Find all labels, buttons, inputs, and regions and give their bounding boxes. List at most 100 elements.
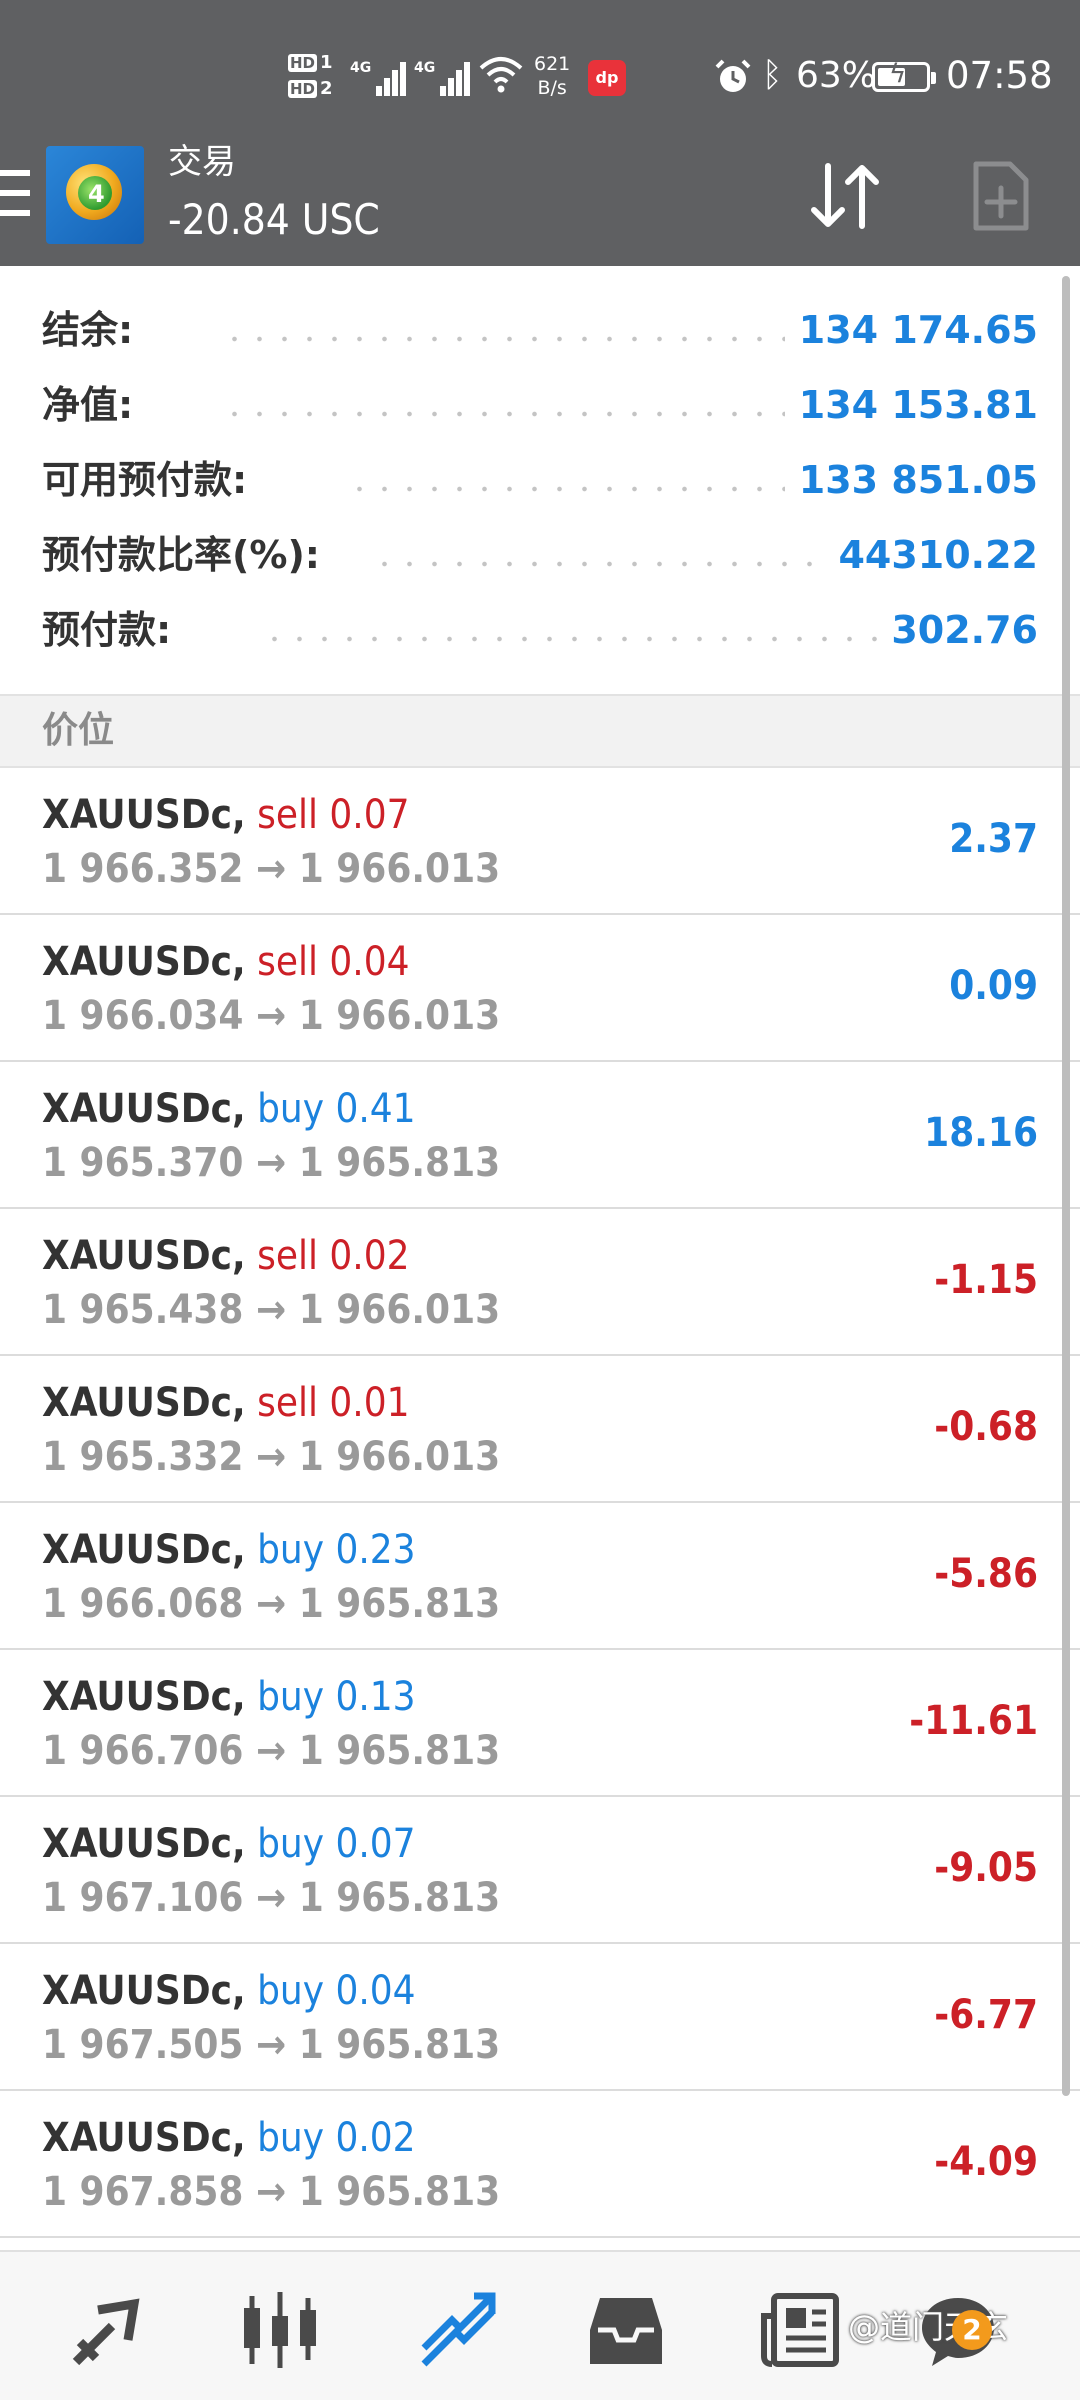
free-margin-label: 可用预付款: xyxy=(42,450,262,510)
metatrader-logo: 4 xyxy=(46,146,144,244)
arrow-icon: → xyxy=(256,1140,287,1186)
position-type: buy xyxy=(257,1527,325,1573)
open-price: 1 967.106 xyxy=(42,1875,244,1921)
sort-icon[interactable] xyxy=(806,160,886,232)
position-symbol: XAUUSDc, xyxy=(42,1674,246,1720)
network-speed: 621 B/s xyxy=(534,52,570,100)
chart-icon[interactable] xyxy=(240,2290,320,2370)
position-title: XAUUSDc, buy 0.23 xyxy=(42,1525,416,1575)
margin-level-label: 预付款比率(%): xyxy=(42,525,335,585)
position-type: buy xyxy=(257,1674,325,1720)
position-lot: 0.41 xyxy=(335,1086,416,1132)
logo-number: 4 xyxy=(88,180,105,208)
new-order-icon[interactable] xyxy=(972,160,1030,232)
position-prices: 1 965.332 → 1 966.013 xyxy=(42,1432,500,1482)
open-price: 1 965.438 xyxy=(42,1287,244,1333)
position-row[interactable]: XAUUSDc, sell 0.02 1 965.438 → 1 966.013-… xyxy=(0,1209,1080,1356)
alarm-icon xyxy=(715,59,751,92)
position-title: XAUUSDc, buy 0.04 xyxy=(42,1966,416,2016)
position-prices: 1 966.706 → 1 965.813 xyxy=(42,1726,500,1776)
floating-profit: -20.84 USC xyxy=(168,195,380,244)
position-symbol: XAUUSDc, xyxy=(42,1821,246,1867)
balance-value: 134 174.65 xyxy=(784,300,1038,360)
status-time: 07:58 xyxy=(946,54,1053,97)
position-row[interactable]: XAUUSDc, buy 0.04 1 967.505 → 1 965.813 -6… xyxy=(0,1944,1080,2091)
position-prices: 1 966.352 → 1 966.013 xyxy=(42,844,500,894)
positions-section-header: 价位 xyxy=(0,694,1080,768)
position-type: buy xyxy=(257,1821,325,1867)
position-row[interactable]: XAUUSDc, sell 0.07 1 966.352 → 1 966.013 2… xyxy=(0,768,1080,915)
open-price: 1 966.068 xyxy=(42,1581,244,1627)
sim-indicators: HD 1 HD 2 xyxy=(288,50,333,102)
signal-icon-1: 4G xyxy=(350,52,412,96)
position-prices: 1 965.438 → 1 966.013 xyxy=(42,1285,500,1335)
position-lot: 0.23 xyxy=(335,1527,416,1573)
position-lot: 0.02 xyxy=(329,1233,410,1279)
position-lot: 0.07 xyxy=(335,1821,416,1867)
position-row[interactable]: XAUUSDc, buy 0.07 1 967.106 → 1 965.813 -9… xyxy=(0,1797,1080,1944)
open-price: 1 967.858 xyxy=(42,2169,244,2215)
position-symbol: XAUUSDc, xyxy=(42,1380,246,1426)
arrow-icon: → xyxy=(256,2169,287,2215)
position-prices: 1 965.370 → 1 965.813 xyxy=(42,1138,500,1188)
notification-badge: 2 xyxy=(952,2310,992,2350)
position-lot: 0.01 xyxy=(329,1380,410,1426)
page-title: 交易 xyxy=(168,142,236,182)
hd-badge-2: HD xyxy=(288,80,318,98)
position-row[interactable]: XAUUSDc, buy 0.02 1 967.858 → 1 965.813 -4… xyxy=(0,2091,1080,2238)
position-symbol: XAUUSDc, xyxy=(42,2115,246,2161)
position-symbol: XAUUSDc, xyxy=(42,939,246,985)
position-prices: 1 966.034 → 1 966.013 xyxy=(42,991,500,1041)
account-summary: 结余: 134 174.65 净值: 134 153.81 可用预付款: 133… xyxy=(0,266,1080,694)
news-icon[interactable] xyxy=(760,2290,840,2370)
current-price: 1 965.813 xyxy=(298,1140,501,1186)
open-price: 1 966.352 xyxy=(42,846,244,892)
arrow-icon: → xyxy=(256,1875,287,1921)
open-price: 1 966.034 xyxy=(42,993,244,1039)
wifi-icon xyxy=(479,57,523,93)
position-row[interactable]: XAUUSDc, sell 0.01 1 965.332 → 1 966.013-… xyxy=(0,1356,1080,1503)
position-lot: 0.07 xyxy=(329,792,410,838)
history-icon[interactable] xyxy=(586,2290,666,2370)
position-symbol: XAUUSDc, xyxy=(42,792,246,838)
position-profit: 0.09 xyxy=(949,963,1038,1009)
quotes-icon[interactable] xyxy=(68,2290,148,2370)
network-speed-value: 621 xyxy=(534,53,571,75)
position-lot: 0.04 xyxy=(335,1968,416,2014)
position-profit: 2.37 xyxy=(949,816,1038,862)
current-price: 1 965.813 xyxy=(298,2022,501,2068)
current-price: 1 966.013 xyxy=(298,1287,501,1333)
battery-icon: ϟ xyxy=(872,59,936,92)
position-title: XAUUSDc, buy 0.07 xyxy=(42,1819,416,1869)
position-title: XAUUSDc, buy 0.02 xyxy=(42,2113,416,2163)
hd-badge-1: HD xyxy=(288,54,318,72)
summary-row-equity: 净值: 134 153.81 xyxy=(42,375,1038,435)
sim1-label: 1 xyxy=(320,52,333,73)
position-type: buy xyxy=(257,2115,325,2161)
summary-row-balance: 结余: 134 174.65 xyxy=(42,300,1038,360)
open-price: 1 965.332 xyxy=(42,1434,244,1480)
position-row[interactable]: XAUUSDc, buy 0.23 1 966.068 → 1 965.813 -5… xyxy=(0,1503,1080,1650)
position-lot: 0.02 xyxy=(335,2115,416,2161)
section-title: 价位 xyxy=(42,710,115,751)
arrow-icon: → xyxy=(256,1434,287,1480)
position-row[interactable]: XAUUSDc, buy 0.41 1 965.370 → 1 965.813 18… xyxy=(0,1062,1080,1209)
position-row[interactable]: XAUUSDc, buy 0.13 1 966.706 → 1 965.813 -1… xyxy=(0,1650,1080,1797)
arrow-icon: → xyxy=(256,993,287,1039)
equity-label: 净值: xyxy=(42,375,148,435)
network-type-1: 4G xyxy=(350,60,372,76)
trade-icon[interactable] xyxy=(418,2290,498,2370)
leader-dots xyxy=(347,486,838,492)
summary-row-free-margin: 可用预付款: 133 851.05 xyxy=(42,450,1038,510)
position-type: buy xyxy=(257,1086,325,1132)
equity-value: 134 153.81 xyxy=(784,375,1038,435)
open-price: 1 965.370 xyxy=(42,1140,244,1186)
balance-label: 结余: xyxy=(42,300,148,360)
current-price: 1 965.813 xyxy=(298,1875,501,1921)
menu-icon[interactable] xyxy=(0,170,30,218)
open-price: 1 966.706 xyxy=(42,1728,244,1774)
position-lot: 0.13 xyxy=(335,1674,416,1720)
position-type: sell xyxy=(257,1380,318,1426)
scrollbar[interactable] xyxy=(1062,276,1070,2096)
position-row[interactable]: XAUUSDc, sell 0.04 1 966.034 → 1 966.013 0… xyxy=(0,915,1080,1062)
